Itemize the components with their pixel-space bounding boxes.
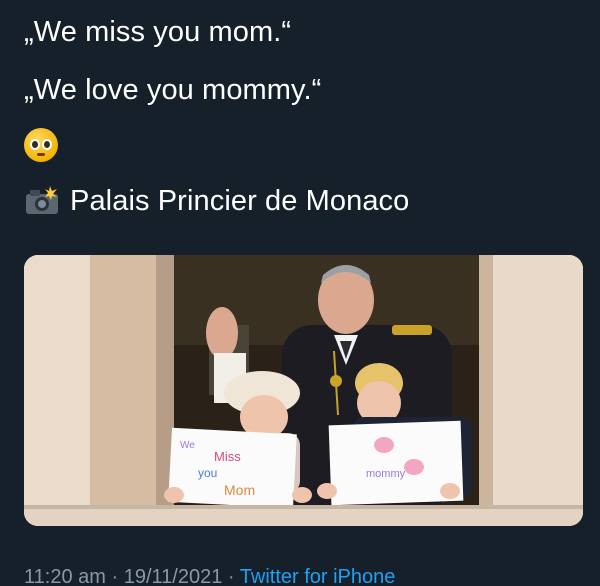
- tweet-text-line-1: „We miss you mom.“: [24, 16, 292, 48]
- tweet-time[interactable]: 11:20 am: [24, 566, 106, 586]
- svg-text:you: you: [198, 466, 217, 480]
- tweet-text-location-line: Palais Princier de Monaco: [24, 183, 409, 219]
- tweet-text-line-2: „We love you mommy.“: [24, 74, 322, 106]
- tweet: „We miss you mom.“ „We love you mommy.“ …: [0, 0, 600, 586]
- location-text: Palais Princier de Monaco: [70, 185, 410, 217]
- svg-text:Miss: Miss: [214, 449, 241, 464]
- tweet-text-emoji-line: [24, 126, 58, 163]
- separator: ·: [111, 566, 119, 586]
- svg-text:We: We: [180, 440, 195, 451]
- tweet-metadata: 11:20 am · 19/11/2021 · Twitter for iPho…: [24, 566, 395, 586]
- tweet-photo[interactable]: We Miss you Mom mommy: [24, 255, 583, 526]
- svg-text:Mom: Mom: [224, 482, 255, 498]
- pleading-face-emoji-icon: [24, 128, 58, 163]
- tweet-source-link[interactable]: Twitter for iPhone: [240, 566, 396, 586]
- camera-with-flash-icon: [24, 186, 60, 215]
- svg-text:mommy: mommy: [366, 468, 406, 480]
- tweet-date[interactable]: 19/11/2021: [124, 566, 223, 586]
- separator: ·: [227, 566, 235, 586]
